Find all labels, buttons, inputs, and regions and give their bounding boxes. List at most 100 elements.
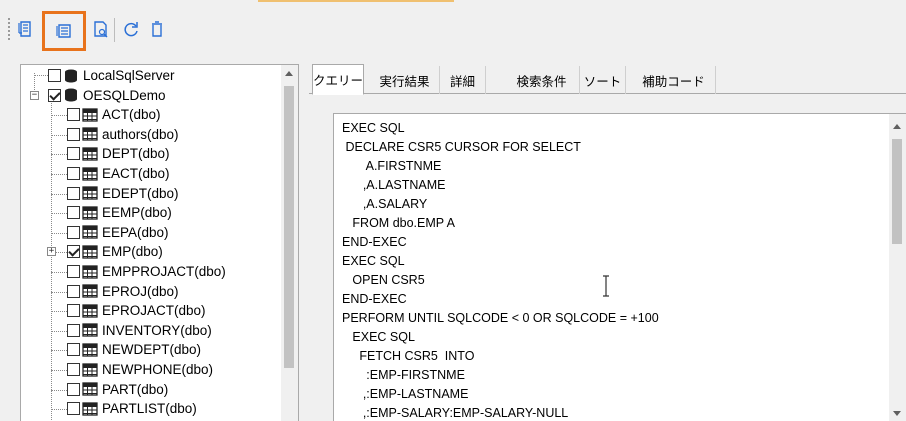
tree-table-node[interactable]: authors(dbo): [67, 125, 179, 144]
toolbar: [0, 0, 906, 52]
code-line: A.FIRSTNME: [342, 159, 442, 173]
tree-table-node[interactable]: EEMP(dbo): [67, 203, 172, 222]
tree-node-label: PARTLIST(dbo): [102, 401, 197, 417]
tree-node-checkbox[interactable]: [67, 108, 80, 122]
tree-node-label: NEWDEPT(dbo): [102, 342, 202, 358]
tree-node-checkbox[interactable]: [67, 127, 80, 141]
tree-node-checkbox[interactable]: [67, 206, 80, 220]
tree-table-node[interactable]: EACT(dbo): [67, 164, 170, 183]
tree-table-node[interactable]: EPROJ(dbo): [67, 282, 179, 301]
tree-node-checkbox[interactable]: [67, 225, 80, 239]
tree-node-checkbox[interactable]: [48, 69, 61, 82]
code-line: ,A.SALARY: [342, 197, 428, 211]
editor-scrollbar[interactable]: [889, 114, 906, 421]
code-line: ,A.LASTNAME: [342, 178, 446, 192]
sql-document-icon: [18, 21, 31, 37]
tree-table-node[interactable]: NEWDEPT(dbo): [67, 340, 201, 359]
tree-node-checkbox[interactable]: [67, 343, 80, 357]
tree-connector: [51, 311, 67, 313]
tree-node-checkbox[interactable]: [67, 323, 80, 337]
tree-table-node[interactable]: EPROJACT(dbo): [67, 301, 206, 320]
tree-node-checkbox[interactable]: [67, 284, 80, 298]
tree-table-node[interactable]: PART(dbo): [67, 380, 168, 399]
code-line: EXEC SQL: [342, 254, 405, 268]
table-icon: [82, 284, 98, 298]
tree-connector: [51, 134, 67, 136]
table-icon: [82, 304, 98, 318]
expand-icon[interactable]: +: [47, 247, 56, 257]
scrollbar-thumb[interactable]: [284, 86, 294, 368]
tree-node-label: PART(dbo): [102, 381, 169, 397]
table-icon: [82, 186, 98, 200]
tree-node-checkbox[interactable]: [67, 186, 80, 200]
query-tabs: クエリー 実行結果 詳細 検索条件 ソート 補助コード: [309, 64, 906, 95]
tree-connector: [51, 350, 67, 352]
query-editor[interactable]: EXEC SQL DECLARE CSR5 CURSOR FOR SELECT …: [333, 113, 906, 421]
generate-cursor-query-button[interactable]: [42, 11, 86, 51]
tree-node-label: OESQLDemo: [83, 87, 166, 103]
table-icon: [82, 147, 98, 161]
toolbar-grip[interactable]: [8, 18, 10, 42]
tree-node-checkbox[interactable]: [67, 265, 80, 278]
table-icon: [82, 108, 98, 122]
code-line: ,:EMP-SALARY:EMP-SALARY-NULL: [342, 406, 569, 420]
search-query-button[interactable]: [88, 14, 114, 44]
tree-node-checkbox[interactable]: [67, 167, 80, 180]
tree-node-checkbox[interactable]: [67, 363, 80, 376]
tree-connector: [51, 409, 67, 411]
database-icon: [65, 88, 77, 102]
tree-connector: [51, 213, 67, 215]
tab-auxiliary-code[interactable]: 補助コード: [632, 66, 716, 94]
tree-connector: [51, 154, 67, 156]
tree-node-label: EMPPROJACT(dbo): [102, 264, 226, 279]
tree-connector: [51, 174, 67, 175]
tree-database-node[interactable]: LocalSqlServer: [48, 66, 175, 85]
tab-results[interactable]: 実行結果: [370, 66, 440, 94]
tree-node-checkbox[interactable]: [48, 88, 61, 102]
scroll-up-arrow-icon[interactable]: [893, 124, 901, 129]
tree-node-label: NEWPHONE(dbo): [102, 362, 214, 377]
refresh-icon: [124, 22, 138, 37]
scroll-down-arrow-icon[interactable]: [893, 411, 901, 416]
tab-search-conditions[interactable]: 検索条件: [504, 66, 580, 94]
tree-node-checkbox[interactable]: [67, 382, 80, 396]
tree-table-node[interactable]: EEPA(dbo): [67, 223, 169, 242]
tree-node-checkbox[interactable]: [67, 147, 80, 161]
clear-button[interactable]: [144, 14, 170, 44]
tree-connector: [51, 232, 67, 234]
scrollbar-thumb[interactable]: [892, 139, 902, 244]
tree-node-checkbox[interactable]: [67, 304, 80, 318]
tree-table-node[interactable]: EDEPT(dbo): [67, 184, 179, 203]
code-line: DECLARE CSR5 CURSOR FOR SELECT: [342, 140, 581, 154]
tree-table-node[interactable]: INVENTORY(dbo): [67, 321, 212, 340]
code-line: END-EXEC: [342, 292, 407, 306]
tree-table-node[interactable]: PARTLIST(dbo): [67, 399, 197, 418]
table-icon: [82, 362, 98, 377]
tree-table-node[interactable]: ACT(dbo): [67, 105, 161, 124]
refresh-button[interactable]: [118, 14, 144, 44]
cursor-document-icon: [56, 24, 71, 38]
table-tree[interactable]: LocalSqlServer − OESQLDemo ACT(dbo) authors(…: [20, 64, 299, 421]
tree-node-checkbox[interactable]: [67, 402, 80, 416]
tree-node-label: ACT(dbo): [102, 107, 161, 123]
tab-sort[interactable]: ソート: [580, 66, 626, 94]
generate-query-button[interactable]: [14, 14, 40, 44]
tree-node-checkbox[interactable]: [67, 245, 80, 259]
tree-table-node[interactable]: EMPPROJACT(dbo): [67, 262, 226, 281]
tree-node-label: DEPT(dbo): [102, 146, 170, 162]
code-line: EXEC SQL: [342, 121, 405, 135]
table-icon: [82, 343, 98, 357]
tree-scrollbar[interactable]: [281, 65, 298, 421]
collapse-icon[interactable]: −: [30, 90, 39, 100]
tree-database-node[interactable]: OESQLDemo: [48, 86, 166, 105]
tab-query[interactable]: クエリー: [312, 64, 364, 95]
tree-table-node[interactable]: NEWPHONE(dbo): [67, 360, 213, 379]
scroll-up-arrow-icon[interactable]: [285, 71, 293, 76]
tree-table-node[interactable]: DEPT(dbo): [67, 144, 170, 163]
tree-node-label: EEPA(dbo): [102, 224, 169, 240]
tree-node-label: EPROJACT(dbo): [102, 303, 206, 319]
tree-table-node[interactable]: EMP(dbo): [67, 242, 163, 261]
toolbar-separator: [114, 18, 115, 42]
tab-details[interactable]: 詳細: [440, 66, 486, 94]
code-line: OPEN CSR5: [342, 273, 425, 287]
